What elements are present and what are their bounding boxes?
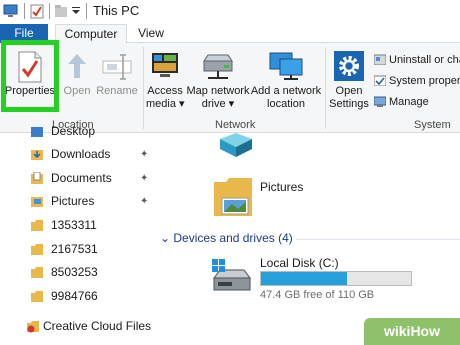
open-label: Open (63, 85, 91, 97)
folder-icon (31, 291, 43, 302)
creative-cloud-icon (27, 321, 39, 333)
disk-usage-bar (260, 271, 412, 286)
system-properties-item[interactable]: System propert (374, 75, 460, 87)
access-media-label: Access media ▾ (146, 85, 185, 110)
tab-view[interactable]: View (130, 24, 172, 43)
ribbon-tabs: File Computer View (0, 24, 460, 44)
access-media-icon (152, 53, 178, 77)
pin-icon[interactable]: ✦ (140, 149, 150, 160)
pin-icon[interactable]: ✦ (140, 196, 150, 207)
map-network-drive-icon (203, 54, 233, 79)
documents-icon (31, 172, 43, 184)
open-settings-button[interactable]: Open Settings (329, 43, 369, 115)
hard-drive-icon (212, 259, 251, 291)
this-pc-icon (3, 4, 18, 17)
3d-objects-icon (220, 133, 252, 157)
pictures-icon (31, 197, 43, 207)
network-group-label: Network (215, 119, 256, 131)
wikihow-watermark: wikiHow (364, 318, 460, 345)
customize-quick-access-icon[interactable] (72, 7, 80, 15)
rename-button[interactable]: Rename (96, 43, 138, 115)
map-network-drive-button[interactable]: Map network drive ▾ (186, 43, 250, 115)
ribbon: Properties Open Rename Location Access m… (0, 43, 460, 133)
properties-highlight (1, 40, 59, 112)
new-folder-quick-icon[interactable] (54, 4, 68, 18)
properties-quick-icon[interactable] (30, 4, 44, 19)
access-media-button[interactable]: Access media ▾ (146, 43, 185, 115)
title-bar: This PC (0, 0, 460, 24)
rename-label: Rename (96, 85, 138, 97)
tab-computer[interactable]: Computer (55, 24, 127, 44)
pin-icon[interactable]: ✦ (140, 173, 150, 184)
disk-usage-fill (261, 272, 347, 285)
folder-icon (31, 244, 43, 255)
gear-icon (334, 51, 364, 81)
local-disk-label: Local Disk (C:) (260, 256, 339, 270)
system-group-label: System (414, 119, 451, 131)
desktop-icon (31, 127, 43, 137)
devices-header-label: Devices and drives (4) (173, 231, 293, 245)
manage-item[interactable]: Manage (374, 96, 429, 108)
downloads-icon (31, 150, 43, 160)
open-icon (68, 54, 86, 78)
manage-icon (374, 96, 386, 107)
open-button[interactable]: Open (62, 43, 92, 115)
content-pane: Pictures ⌄ Devices and drives (4) Local … (160, 133, 460, 345)
pictures-folder-icon (214, 178, 252, 216)
map-network-drive-label: Map network drive ▾ (186, 85, 250, 110)
add-network-location-icon (269, 52, 303, 80)
folder-icon (31, 220, 43, 231)
rename-icon (102, 54, 132, 80)
open-settings-label: Open Settings (329, 85, 369, 110)
add-network-location-button[interactable]: Add a network location (250, 43, 322, 115)
system-properties-icon (374, 75, 386, 86)
add-network-location-label: Add a network location (250, 85, 322, 110)
uninstall-icon (374, 54, 386, 65)
navigation-pane: Desktop Downloads ✦ Documents ✦ Pictures… (0, 124, 160, 345)
pictures-label: Pictures (260, 180, 304, 194)
chevron-down-icon: ⌄ (160, 231, 174, 245)
disk-free-text: 47.4 GB free of 110 GB (260, 289, 375, 301)
uninstall-program-item[interactable]: Uninstall or cha (374, 54, 460, 66)
folder-icon (31, 267, 43, 278)
window-title: This PC (93, 3, 140, 18)
